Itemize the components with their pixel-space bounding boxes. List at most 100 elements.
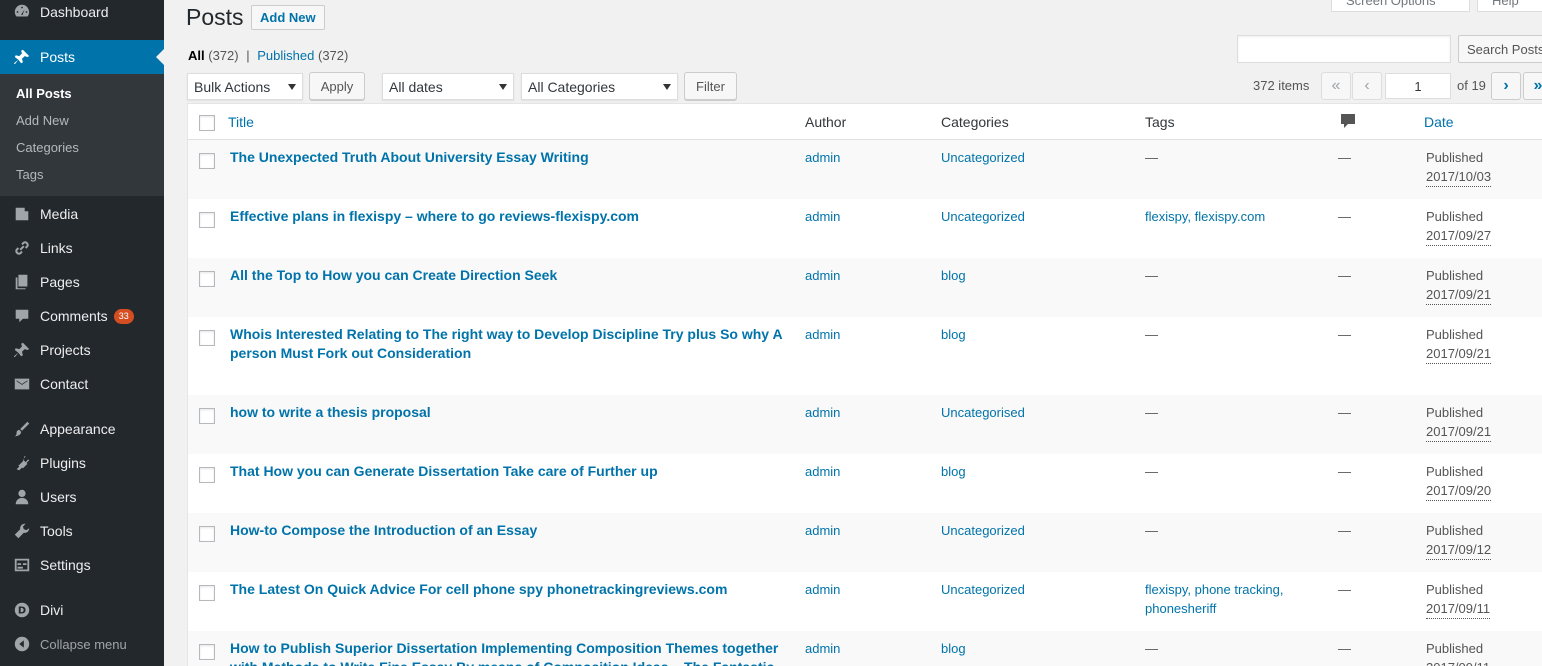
dates-select[interactable]: All dates [382, 73, 514, 100]
collapse-menu-button[interactable]: Collapse menu [0, 627, 164, 661]
post-title-link[interactable]: The Unexpected Truth About University Es… [230, 148, 790, 167]
sidebar-item-settings[interactable]: Settings [0, 548, 164, 582]
last-page-button[interactable]: » [1523, 72, 1542, 100]
post-title-link[interactable]: how to write a thesis proposal [230, 403, 790, 422]
paintbrush-icon [12, 419, 32, 439]
submenu-all-posts[interactable]: All Posts [16, 86, 72, 101]
sidebar-item-links[interactable]: Links [0, 231, 164, 265]
filter-all[interactable]: All [188, 48, 205, 63]
search-posts-button[interactable]: Search Posts [1458, 35, 1542, 63]
chevron-down-icon [499, 84, 507, 90]
category-link[interactable]: blog [941, 462, 966, 481]
category-link[interactable]: Uncategorised [941, 403, 1025, 422]
comment-icon[interactable] [1341, 114, 1355, 133]
sidebar-item-posts[interactable]: Posts [0, 40, 164, 74]
author-link[interactable]: admin [805, 521, 840, 540]
sidebar-item-users[interactable]: Users [0, 480, 164, 514]
current-page-input[interactable]: 1 [1385, 73, 1451, 99]
row-checkbox[interactable] [199, 330, 215, 346]
sidebar-item-contact[interactable]: Contact [0, 367, 164, 401]
search-input[interactable] [1237, 35, 1451, 63]
table-row: How to Publish Superior Dissertation Imp… [188, 631, 1542, 666]
row-checkbox[interactable] [199, 271, 215, 287]
tags-cell[interactable]: flexispy, phone tracking, phonesheriff [1145, 580, 1325, 618]
author-link[interactable]: admin [805, 462, 840, 481]
sidebar-item-plugins[interactable]: Plugins [0, 446, 164, 480]
sidebar-item-tools[interactable]: Tools [0, 514, 164, 548]
category-link[interactable]: blog [941, 266, 966, 285]
next-page-button[interactable]: › [1491, 72, 1521, 100]
screen-options-tab[interactable]: Screen Options [1331, 0, 1470, 12]
sidebar-item-label: Pages [40, 274, 80, 290]
author-link[interactable]: admin [805, 580, 840, 599]
category-link[interactable]: Uncategorized [941, 580, 1025, 599]
sidebar-item-dashboard[interactable]: Dashboard [0, 0, 164, 29]
tags-cell[interactable]: flexispy, flexispy.com [1145, 207, 1325, 226]
pushpin-icon [12, 47, 32, 67]
user-icon [12, 487, 32, 507]
sidebar-item-appearance[interactable]: Appearance [0, 412, 164, 446]
wrench-icon [12, 521, 32, 541]
sidebar-item-divi[interactable]: D Divi [0, 593, 164, 627]
sidebar-item-label: Contact [40, 376, 89, 392]
pages-icon [12, 272, 32, 292]
post-title-link[interactable]: All the Top to How you can Create Direct… [230, 266, 790, 285]
row-checkbox[interactable] [199, 526, 215, 542]
filter-button[interactable]: Filter [684, 72, 737, 100]
bulk-actions-select[interactable]: Bulk Actions [187, 73, 303, 100]
author-link[interactable]: admin [805, 639, 840, 658]
comments-count: — [1338, 405, 1351, 420]
row-checkbox[interactable] [199, 585, 215, 601]
category-link[interactable]: Uncategorized [941, 521, 1025, 540]
author-link[interactable]: admin [805, 207, 840, 226]
author-link[interactable]: admin [805, 403, 840, 422]
sidebar-item-label: Settings [40, 557, 91, 573]
sidebar-item-pages[interactable]: Pages [0, 265, 164, 299]
post-title-link[interactable]: Whois Interested Relating to The right w… [230, 325, 790, 363]
row-checkbox[interactable] [199, 408, 215, 424]
help-tab[interactable]: Help [1477, 0, 1542, 12]
post-date: 2017/09/27 [1426, 226, 1492, 246]
select-all-checkbox[interactable] [199, 115, 215, 131]
sidebar-item-comments[interactable]: Comments 33 [0, 299, 164, 333]
sidebar-item-projects[interactable]: Projects [0, 333, 164, 367]
categories-select[interactable]: All Categories [521, 73, 678, 100]
screen-options-label: Screen Options [1346, 0, 1436, 8]
tags-cell: — [1145, 464, 1158, 479]
category-link[interactable]: blog [941, 639, 966, 658]
tags-cell: — [1145, 268, 1158, 283]
dates-value: All dates [389, 78, 443, 95]
column-date-header[interactable]: Date [1424, 114, 1454, 130]
post-title-link[interactable]: How to Publish Superior Dissertation Imp… [230, 639, 790, 666]
add-new-button[interactable]: Add New [251, 5, 325, 30]
sidebar-item-label: Projects [40, 342, 91, 358]
apply-button[interactable]: Apply [309, 72, 365, 100]
author-link[interactable]: admin [805, 148, 840, 167]
row-checkbox[interactable] [199, 644, 215, 660]
row-checkbox[interactable] [199, 467, 215, 483]
author-link[interactable]: admin [805, 325, 840, 344]
column-title-header[interactable]: Title [228, 114, 254, 130]
author-link[interactable]: admin [805, 266, 840, 285]
sidebar-item-media[interactable]: Media [0, 197, 164, 231]
first-page-button[interactable]: « [1321, 72, 1351, 100]
post-title-link[interactable]: Effective plans in flexispy – where to g… [230, 207, 790, 226]
prev-page-button[interactable]: ‹ [1352, 72, 1382, 100]
post-title-link[interactable]: How-to Compose the Introduction of an Es… [230, 521, 790, 540]
submenu-add-new[interactable]: Add New [16, 113, 69, 128]
status-filter-links: All (372) | Published (372) [188, 48, 348, 63]
post-date: 2017/09/21 [1426, 422, 1492, 442]
category-link[interactable]: Uncategorized [941, 207, 1025, 226]
table-row: Whois Interested Relating to The right w… [188, 317, 1542, 395]
row-checkbox[interactable] [199, 212, 215, 228]
row-checkbox[interactable] [199, 153, 215, 169]
category-link[interactable]: blog [941, 325, 966, 344]
submenu-tags[interactable]: Tags [16, 167, 43, 182]
category-link[interactable]: Uncategorized [941, 148, 1025, 167]
submenu-categories[interactable]: Categories [16, 140, 79, 155]
post-title-link[interactable]: The Latest On Quick Advice For cell phon… [230, 580, 790, 599]
table-row: All the Top to How you can Create Direct… [188, 258, 1542, 317]
table-row: how to write a thesis proposal admin Uncat… [188, 395, 1542, 454]
post-title-link[interactable]: That How you can Generate Dissertation T… [230, 462, 790, 481]
filter-published[interactable]: Published [257, 48, 314, 63]
